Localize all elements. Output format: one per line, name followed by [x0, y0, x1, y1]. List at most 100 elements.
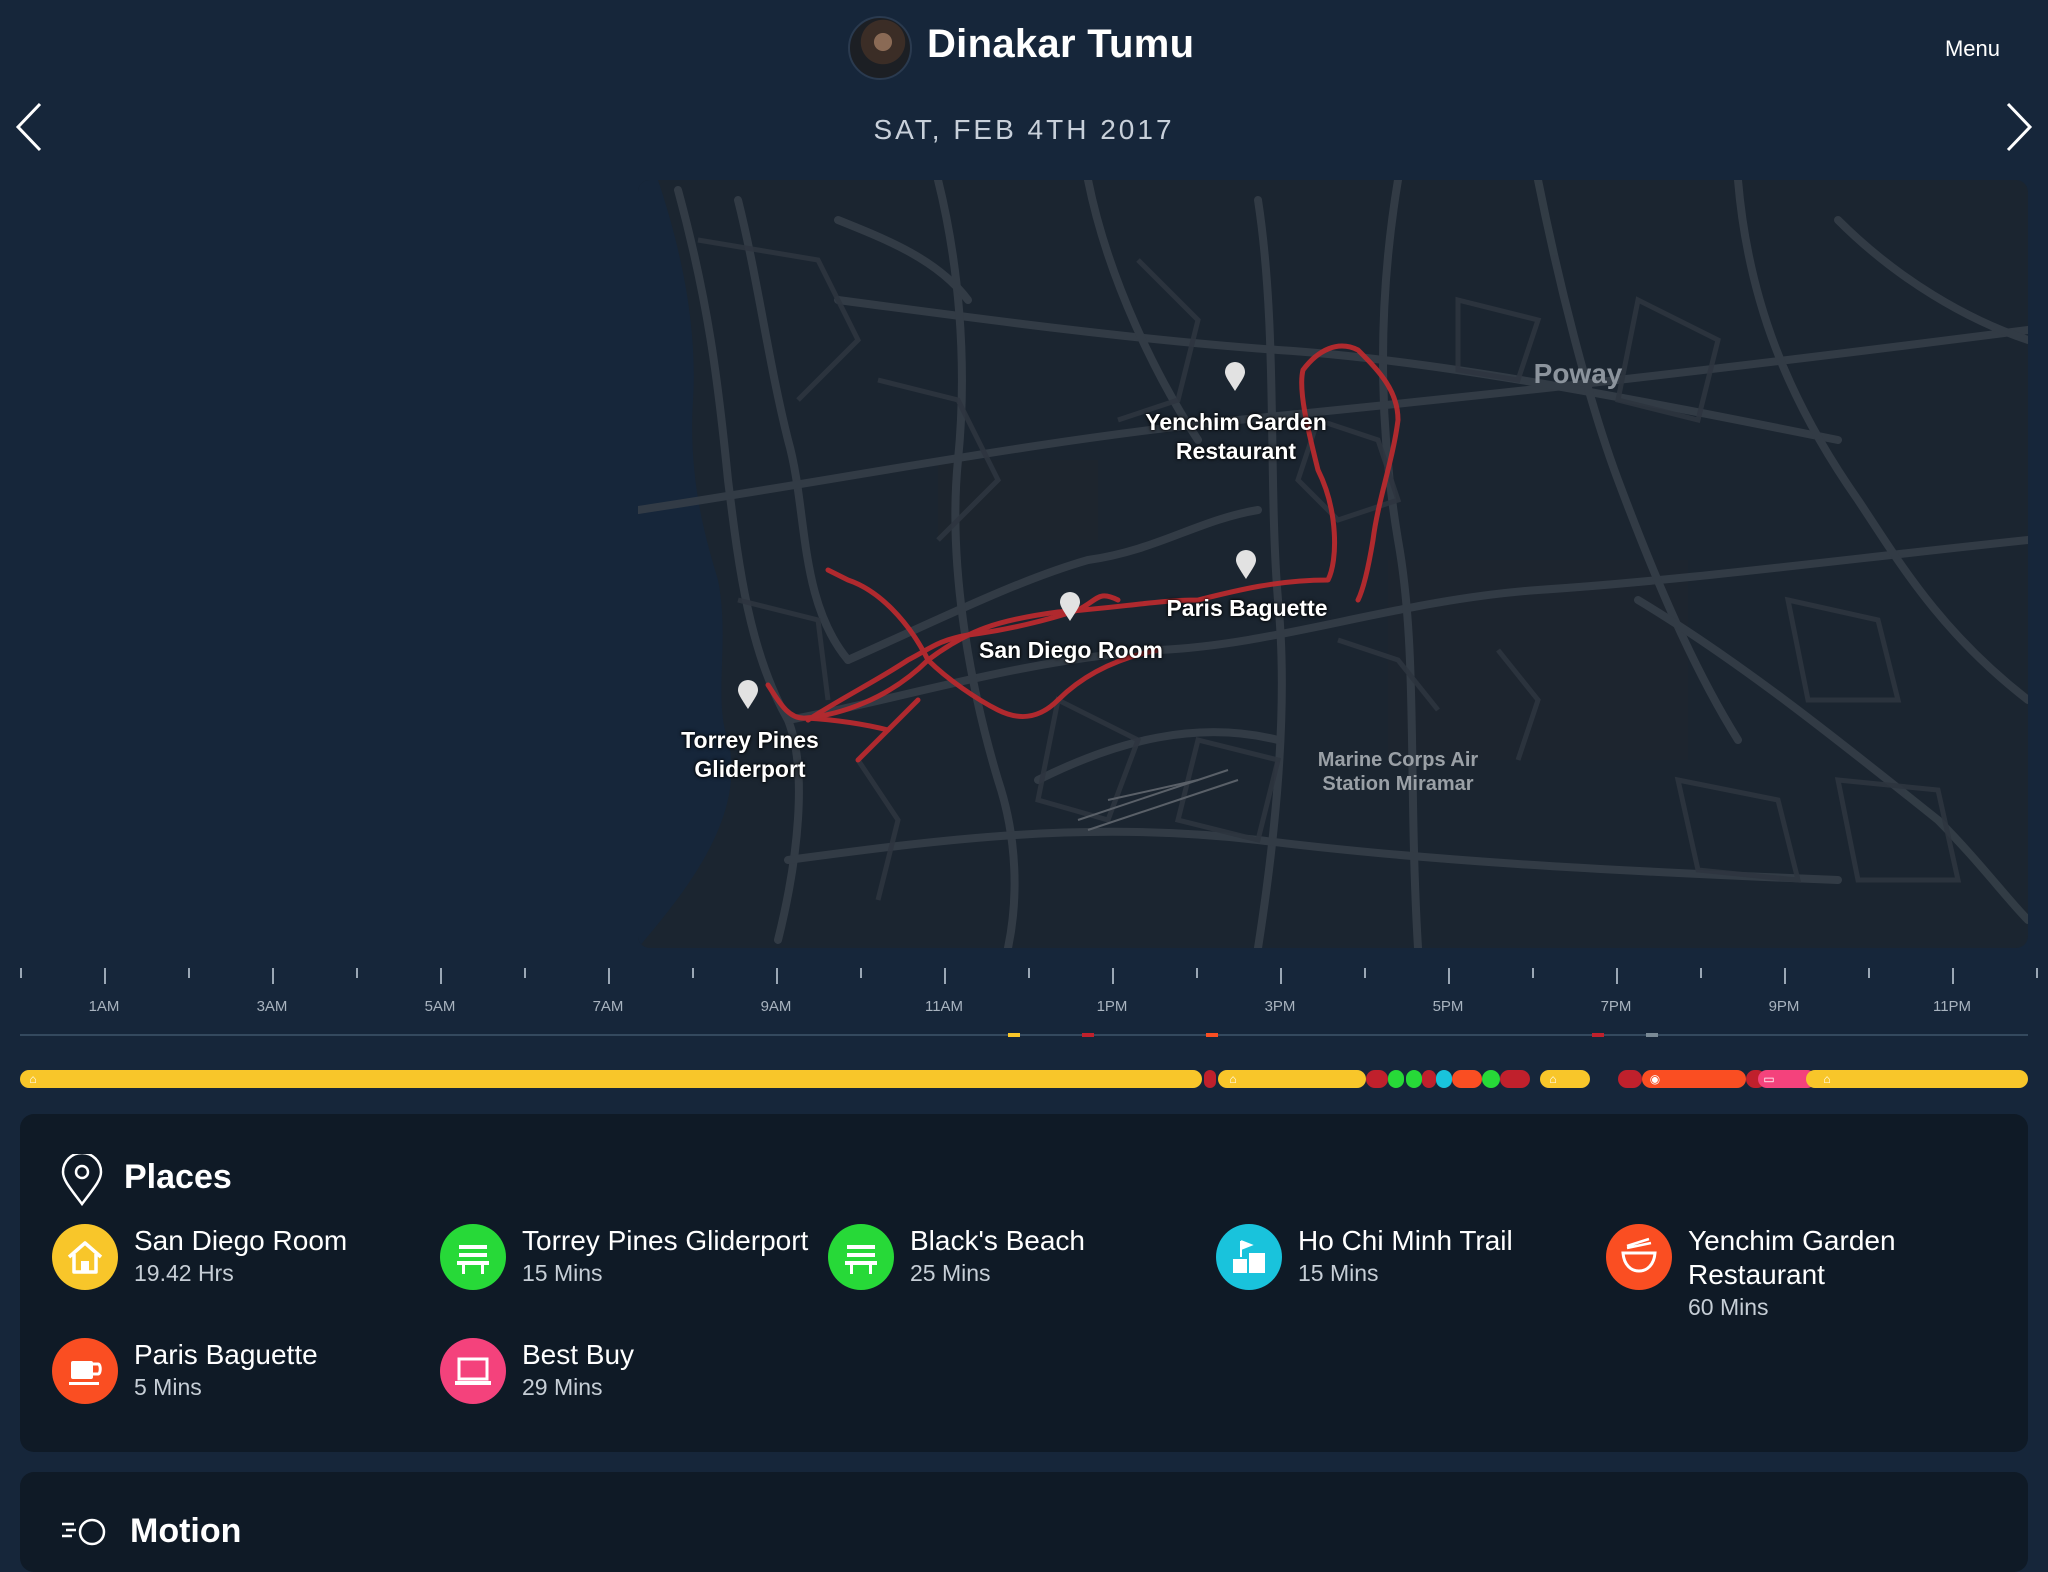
place-name: Best Buy — [522, 1339, 635, 1370]
timeline-tick — [104, 968, 106, 984]
timeline-tick — [1280, 968, 1282, 984]
timeline-tick — [1196, 968, 1198, 978]
timeline-tick — [1112, 968, 1114, 984]
timeline-tick — [776, 968, 778, 984]
place-duration: 15 Mins — [1298, 1260, 1379, 1286]
park-icon — [440, 1224, 506, 1290]
timeline-tick — [272, 968, 274, 984]
timeline-tick — [860, 968, 862, 978]
map-label-san-diego-room: San Diego Room — [978, 637, 1164, 663]
map[interactable]: Yenchim Garden Restaurant Paris Baguette… — [638, 180, 2028, 948]
motion-icon — [62, 1518, 106, 1546]
timeline-tick — [1364, 968, 1366, 978]
timeline-segment-transit[interactable] — [1366, 1070, 1388, 1088]
timeline-tick — [1700, 968, 1702, 978]
timeline-segment-home[interactable] — [20, 1070, 1202, 1088]
places-title: Places — [124, 1158, 232, 1196]
map-pin-icon[interactable] — [1224, 362, 1246, 392]
timeline-tick — [356, 968, 358, 978]
timeline-tick — [1448, 968, 1450, 984]
place-duration: 29 Mins — [522, 1374, 603, 1400]
timeline-segment-transit[interactable] — [1618, 1070, 1642, 1088]
map-pin-icon[interactable] — [1059, 592, 1081, 622]
timeline-tick — [1784, 968, 1786, 984]
place-name: Torrey Pines Gliderport — [522, 1225, 809, 1256]
timeline-tick — [608, 968, 610, 984]
next-day-arrow-icon[interactable] — [1996, 100, 2036, 154]
timeline-tick — [188, 968, 190, 978]
user-name: Dinakar Tumu — [927, 22, 1195, 66]
header: Dinakar Tumu Menu SAT, FEB 4TH 2017 — [0, 0, 2048, 170]
timeline-tick — [944, 968, 946, 984]
timeline-segment-cafe[interactable] — [1452, 1070, 1482, 1088]
timeline-tick — [1952, 968, 1954, 984]
timeline-segment-transit[interactable] — [1422, 1070, 1436, 1088]
timeline-marker — [1646, 1033, 1658, 1037]
home-icon: ⌂ — [1549, 1072, 1557, 1086]
timeline-marker — [1082, 1033, 1094, 1037]
motion-card: Motion — [20, 1472, 2028, 1572]
timeline-segment-park[interactable] — [1388, 1070, 1404, 1088]
timeline-tick — [20, 968, 22, 978]
home-icon: ⌂ — [1229, 1072, 1237, 1086]
map-landmark-label: Marine Corps Air Station Miramar — [1317, 749, 1479, 795]
computer-icon: ▭ — [1763, 1072, 1775, 1086]
timeline-segment-transit[interactable] — [1204, 1070, 1216, 1088]
timeline-hour-label: 9PM — [1768, 998, 1800, 1015]
timeline-segment-home[interactable] — [1806, 1070, 2028, 1088]
cafe-icon — [52, 1338, 118, 1404]
map-area-label: Poway — [1533, 358, 1623, 389]
location-pin-icon — [61, 1154, 103, 1206]
avatar[interactable] — [848, 16, 912, 80]
timeline-hour-label: 5AM — [424, 998, 456, 1015]
map-canvas — [638, 180, 2028, 948]
timeline-marker — [1008, 1033, 1020, 1037]
timeline-axis — [20, 1034, 2028, 1036]
map-pin-icon[interactable] — [737, 680, 759, 710]
timeline-tick — [1616, 968, 1618, 984]
timeline-hour-label: 1PM — [1096, 998, 1128, 1015]
menu-button[interactable]: Menu — [1945, 36, 2000, 62]
timeline-segment-park[interactable] — [1482, 1070, 1500, 1088]
timeline-segment-park[interactable] — [1406, 1070, 1422, 1088]
timeline-tick — [1532, 968, 1534, 978]
place-name: San Diego Room — [134, 1225, 348, 1256]
timeline-marker — [1206, 1033, 1218, 1037]
previous-day-arrow-icon[interactable] — [12, 100, 52, 154]
timeline-hour-label: 11AM — [924, 998, 964, 1015]
timeline-hour-label: 7AM — [592, 998, 624, 1015]
timeline-segment-home[interactable] — [1218, 1070, 1366, 1088]
place-duration: 60 Mins — [1688, 1294, 1769, 1320]
map-label-yenchim-garden: Yenchim Garden Restaurant — [1145, 409, 1327, 464]
timeline-marker — [1592, 1033, 1604, 1037]
timeline-tick — [1028, 968, 1030, 978]
day-timeline[interactable]: 1AM 3AM 5AM 7AM 9AM 11AM 1PM 3PM 5PM 7PM 9PM 11PM ⌂… — [20, 960, 2038, 1090]
timeline-hour-label: 11PM — [1932, 998, 1972, 1015]
home-icon: ⌂ — [1823, 1072, 1831, 1086]
timeline-tick — [524, 968, 526, 978]
place-name: Black's Beach — [910, 1225, 1085, 1256]
trail-icon — [1216, 1224, 1282, 1290]
timeline-hour-label: 9AM — [760, 998, 792, 1015]
map-pin-icon[interactable] — [1235, 550, 1257, 580]
place-duration: 15 Mins — [522, 1260, 603, 1286]
place-name: Ho Chi Minh Trail — [1298, 1225, 1513, 1256]
place-duration: 25 Mins — [910, 1260, 991, 1286]
timeline-tick — [440, 968, 442, 984]
restaurant-icon: ◉ — [1649, 1072, 1661, 1086]
map-label-paris-baguette: Paris Baguette — [1166, 595, 1328, 621]
timeline-hour-label: 3AM — [256, 998, 288, 1015]
timeline-segment-trail[interactable] — [1436, 1070, 1452, 1088]
timeline-tick — [2036, 968, 2038, 978]
timeline-hour-label: 5PM — [1432, 998, 1464, 1015]
date-label: SAT, FEB 4TH 2017 — [873, 114, 1175, 145]
home-icon: ⌂ — [29, 1072, 37, 1086]
place-name: Yenchim Garden Restaurant — [1688, 1225, 1896, 1290]
map-label-torrey-pines: Torrey Pines Gliderport — [681, 727, 819, 782]
timeline-tick — [1868, 968, 1870, 978]
home-icon — [52, 1224, 118, 1290]
place-duration: 19.42 Hrs — [134, 1260, 234, 1286]
places-card: Places San Diego Room 19.42 Hrs Torrey P… — [20, 1114, 2028, 1452]
place-duration: 5 Mins — [134, 1374, 202, 1400]
timeline-segment-transit[interactable] — [1500, 1070, 1530, 1088]
